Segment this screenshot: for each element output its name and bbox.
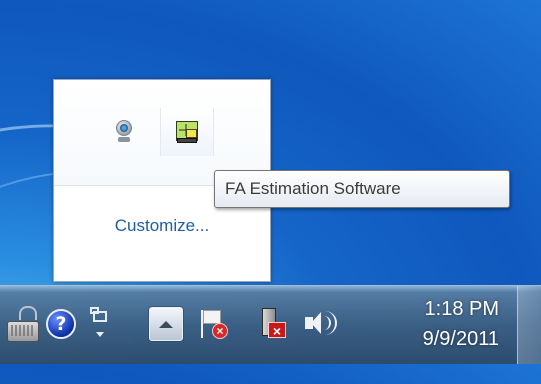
customize-link[interactable]: Customize...: [54, 216, 270, 236]
network-disconnected-icon[interactable]: ×: [252, 304, 290, 344]
webcam-icon: [114, 120, 134, 144]
tray-slot-fa-estimation[interactable]: [160, 108, 214, 156]
on-screen-keyboard-icon[interactable]: [5, 306, 41, 344]
tray-slot-webcam[interactable]: [98, 108, 150, 156]
show-desktop-button[interactable]: [517, 286, 541, 364]
tooltip: FA Estimation Software: [214, 170, 510, 208]
clock-time: 1:18 PM: [424, 298, 499, 320]
chevron-up-icon: [159, 320, 173, 328]
system-clock[interactable]: 1:18 PM 9/9/2011: [365, 294, 505, 360]
show-hidden-icons-button[interactable]: [149, 307, 183, 341]
fa-estimation-software-icon: [175, 120, 199, 144]
language-bar-icon[interactable]: [86, 294, 114, 354]
action-center-flag-icon[interactable]: ×: [196, 305, 232, 343]
taskbar: ? × × 1:18 PM 9/9/2011: [0, 285, 541, 364]
clock-date: 9/9/2011: [422, 328, 499, 350]
chevron-down-icon: [96, 332, 104, 337]
volume-icon[interactable]: [299, 306, 339, 342]
help-icon[interactable]: ?: [44, 306, 78, 342]
